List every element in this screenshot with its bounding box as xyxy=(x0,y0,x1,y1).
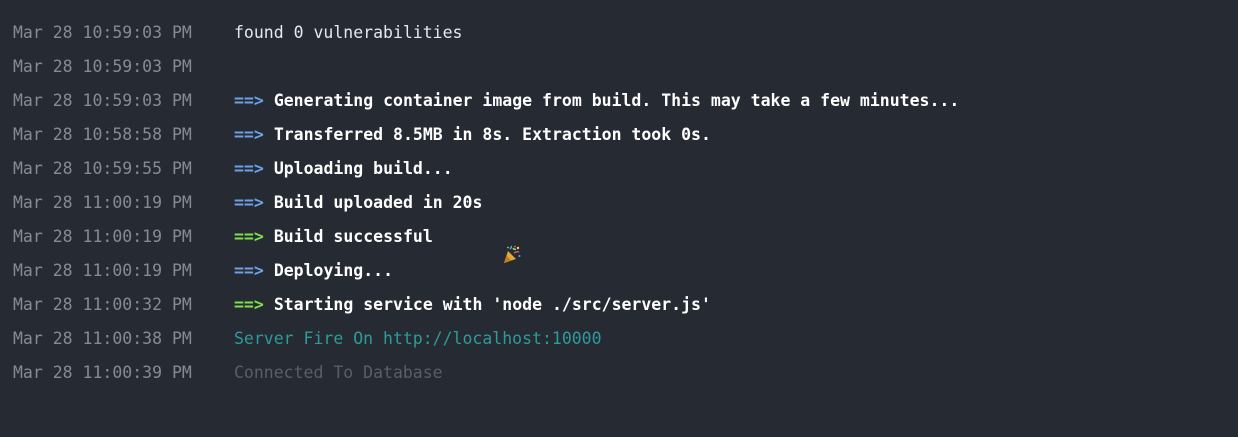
log-message: Generating container image from build. T… xyxy=(273,90,960,110)
log-timestamp: Mar 28 10:59:03 PM xyxy=(13,56,192,76)
log-message: Transferred 8.5MB in 8s. Extraction took… xyxy=(273,124,711,144)
log-arrow: ==> xyxy=(234,192,264,212)
log-timestamp: Mar 28 11:00:19 PM xyxy=(13,192,192,212)
log-line: Mar 28 10:59:03 PM found 0 vulnerabiliti… xyxy=(0,15,1238,49)
log-message: Server Fire On http://localhost:10000 xyxy=(234,328,602,348)
log-timestamp: Mar 28 11:00:19 PM xyxy=(13,226,192,246)
log-arrow: ==> xyxy=(234,260,264,280)
log-arrow: ==> xyxy=(234,124,264,144)
log-message: Starting service with 'node ./src/server… xyxy=(273,294,711,314)
log-line: Mar 28 10:58:58 PM ==> Transferred 8.5MB… xyxy=(0,117,1238,151)
log-line: Mar 28 11:00:39 PM Connected To Database xyxy=(0,355,1238,389)
log-timestamp: Mar 28 11:00:39 PM xyxy=(13,362,192,382)
log-line: Mar 28 10:59:03 PM ==> Generating contai… xyxy=(0,83,1238,117)
log-line: Mar 28 11:00:38 PM Server Fire On http:/… xyxy=(0,321,1238,355)
log-timestamp: Mar 28 11:00:19 PM xyxy=(13,260,192,280)
log-line: Mar 28 11:00:19 PM ==> Build uploaded in… xyxy=(0,185,1238,219)
party-popper-icon xyxy=(443,226,521,263)
log-message: found 0 vulnerabilities xyxy=(234,22,463,42)
log-timestamp: Mar 28 10:59:55 PM xyxy=(13,158,192,178)
log-line: Mar 28 11:00:19 PM ==> Build successful xyxy=(0,219,1238,263)
log-arrow: ==> xyxy=(234,90,264,110)
log-message: Deploying... xyxy=(273,260,394,280)
log-arrow: ==> xyxy=(234,158,264,178)
log-timestamp: Mar 28 11:00:38 PM xyxy=(13,328,192,348)
log-timestamp: Mar 28 11:00:32 PM xyxy=(13,294,192,314)
log-line: Mar 28 10:59:03 PM xyxy=(0,49,1238,83)
log-timestamp: Mar 28 10:59:03 PM xyxy=(13,22,192,42)
log-line: Mar 28 10:59:55 PM ==> Uploading build..… xyxy=(0,151,1238,185)
log-arrow: ==> xyxy=(234,294,264,314)
log-arrow: ==> xyxy=(234,226,264,246)
log-message: Build successful xyxy=(273,226,433,246)
log-line: Mar 28 11:00:19 PM ==> Deploying... xyxy=(0,253,1238,287)
log-timestamp: Mar 28 10:59:03 PM xyxy=(13,90,192,110)
log-line: Mar 28 11:00:32 PM ==> Starting service … xyxy=(0,287,1238,321)
deploy-log-panel: Mar 28 10:59:03 PM found 0 vulnerabiliti… xyxy=(0,0,1238,437)
log-message: Connected To Database xyxy=(234,362,443,382)
log-message: Build uploaded in 20s xyxy=(273,192,483,212)
log-message: Uploading build... xyxy=(273,158,453,178)
log-timestamp: Mar 28 10:58:58 PM xyxy=(13,124,192,144)
